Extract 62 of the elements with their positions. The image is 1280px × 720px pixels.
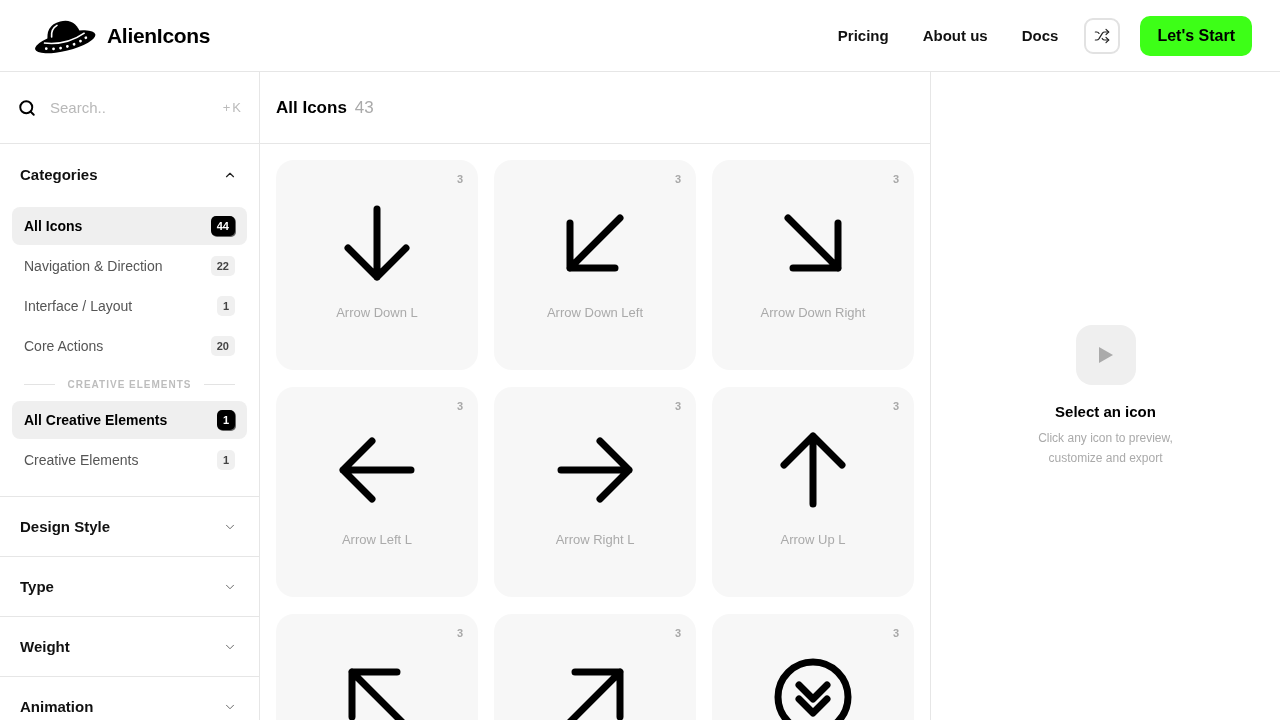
shuffle-button[interactable] (1084, 17, 1121, 54)
play-icon (1075, 324, 1136, 385)
category-item[interactable]: Interface / Layout 1 (12, 287, 247, 325)
count-badge: 1 (216, 450, 235, 470)
variant-count: 3 (456, 399, 463, 413)
category-item[interactable]: All Creative Elements 1 (12, 401, 247, 439)
icon-name: Arrow Down Right (760, 305, 866, 320)
search-field[interactable]: Search.. (50, 95, 209, 120)
arrow-down-right-icon (783, 213, 843, 273)
icon-name: Arrow Right L (555, 532, 635, 547)
arrow-up-icon (780, 432, 846, 508)
category-label: Navigation & Direction (24, 258, 163, 274)
section-title[interactable]: Weight (20, 639, 70, 655)
nav-link[interactable]: About us (922, 27, 988, 44)
category-label: All Icons (24, 218, 83, 234)
variant-count: 3 (674, 626, 681, 640)
icon-name: Arrow Left L (341, 532, 413, 547)
variant-count: 3 (456, 626, 463, 640)
variant-count: 3 (892, 399, 899, 413)
variant-count: 3 (674, 399, 681, 413)
brand-name: AlienIcons (107, 23, 211, 48)
section-title[interactable]: Design Style (20, 519, 111, 535)
icon-name: Arrow Up L (780, 532, 846, 547)
variant-count: 3 (892, 626, 899, 640)
section-title[interactable]: Type (20, 579, 54, 595)
category-item[interactable]: All Icons 44 (12, 207, 247, 245)
icon-name: Arrow Down Left (546, 305, 644, 320)
variant-count: 3 (674, 172, 681, 186)
shuffle-icon (1094, 27, 1111, 44)
preview-title: Select an icon (1055, 402, 1156, 420)
arrow-right-icon (557, 437, 633, 503)
grid-title: All Icons (276, 97, 347, 118)
category-item[interactable]: Creative Elements 1 (12, 441, 247, 479)
category-label: Creative Elements (24, 452, 139, 468)
arrow-up-left-icon (347, 667, 407, 720)
category-item[interactable]: Core Actions 20 (12, 327, 247, 365)
category-label: Interface / Layout (24, 298, 133, 314)
arrow-down-icon (344, 205, 410, 281)
count-badge: 1 (216, 410, 235, 430)
arrow-left-icon (339, 437, 415, 503)
grid-count: 43 (354, 97, 374, 118)
count-badge: 20 (210, 336, 235, 356)
icon-name: Arrow Down L (336, 305, 418, 320)
category-label: All Creative Elements (24, 412, 168, 428)
nav-link[interactable]: Pricing (837, 27, 889, 44)
section-title[interactable]: Categories (20, 167, 98, 183)
start-button[interactable]: Let's Start (1140, 15, 1252, 56)
group-label: CREATIVE ELEMENTS (67, 378, 192, 390)
variant-count: 3 (892, 172, 899, 186)
shortcut-hint: +K (222, 100, 243, 115)
count-badge: 44 (210, 216, 235, 236)
arrow-up-right-icon (565, 667, 625, 720)
search-icon (18, 98, 36, 117)
category-label: Core Actions (24, 338, 104, 354)
preview-hint: Click any icon to preview, customize and export (1037, 429, 1174, 467)
section-title[interactable]: Animation (20, 699, 94, 715)
category-item[interactable]: Navigation & Direction 22 (12, 247, 247, 285)
count-badge: 1 (216, 296, 235, 316)
nav-link[interactable]: Docs (1021, 27, 1059, 44)
arrow-down-left-icon (565, 213, 625, 273)
count-badge: 22 (210, 256, 235, 276)
variant-count: 3 (456, 172, 463, 186)
